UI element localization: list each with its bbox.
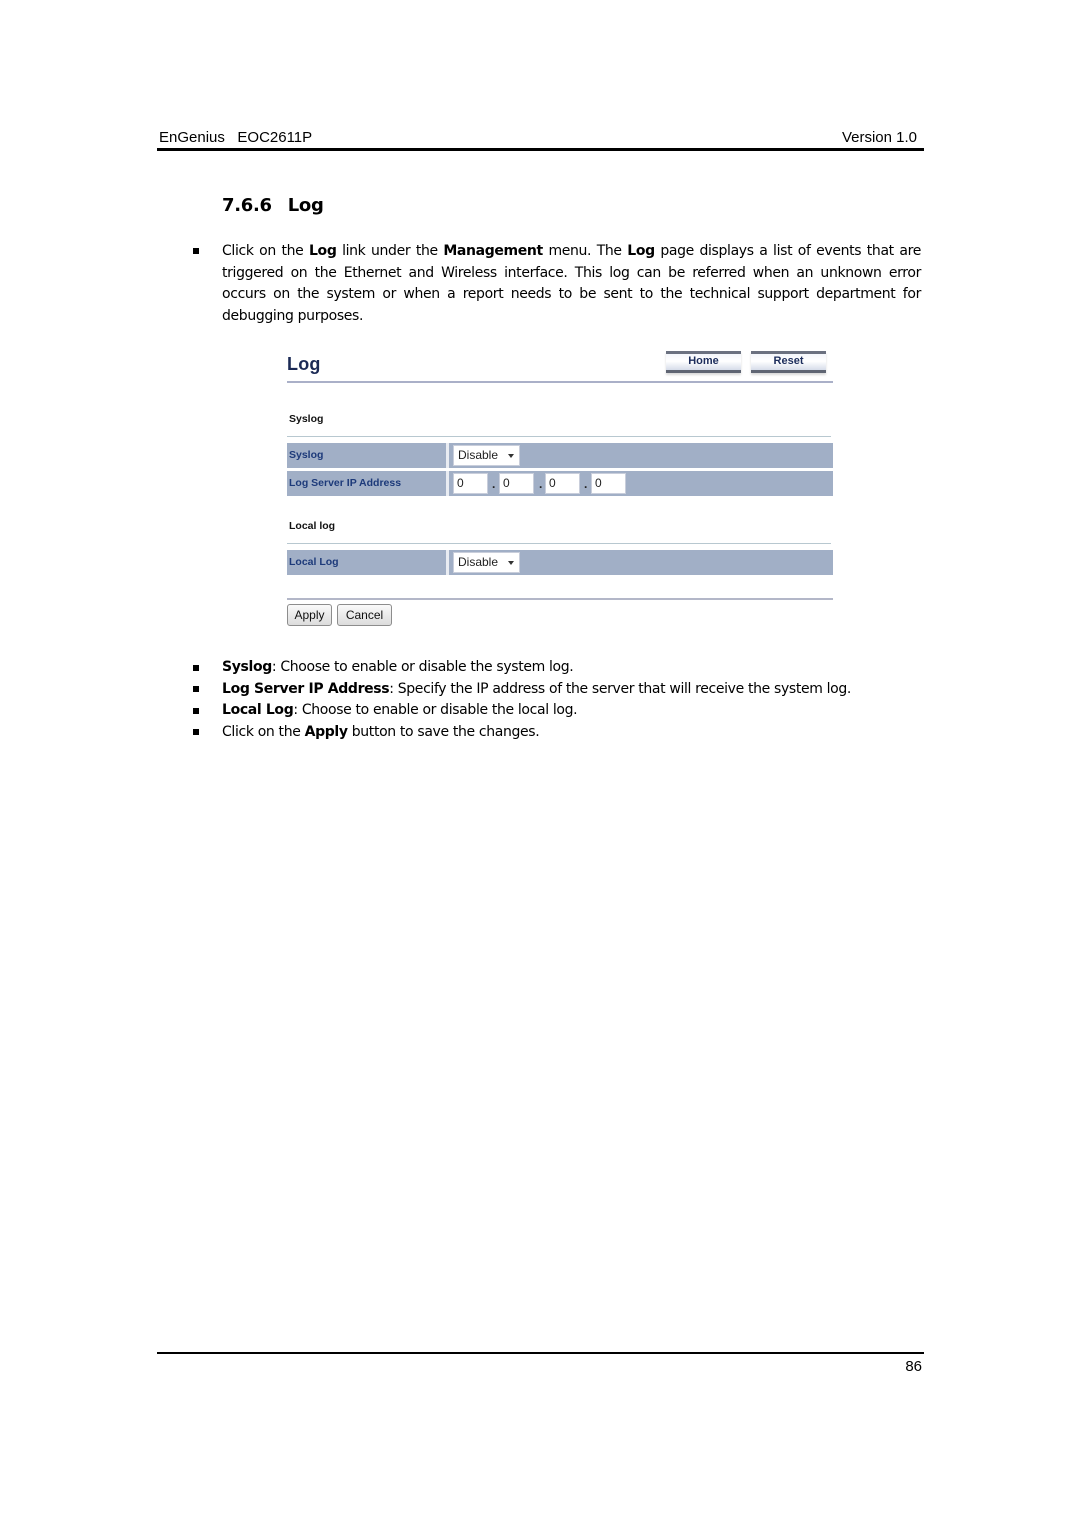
- description-item: Local Log: Choose to enable or disable t…: [222, 700, 578, 722]
- description-text: : Choose to enable or disable the system…: [271, 659, 574, 675]
- local-log-section-divider: [287, 543, 831, 544]
- description-term: Apply: [304, 724, 348, 740]
- home-button[interactable]: Home: [666, 351, 741, 373]
- section-heading: 7.6.6 Log: [222, 195, 324, 216]
- form-bottom-divider: [287, 598, 833, 600]
- description-text: : Specify the IP address of the server t…: [389, 681, 852, 697]
- intro-text: menu. The: [542, 243, 628, 259]
- bullet-icon: [193, 665, 199, 671]
- syslog-select-value: Disable: [458, 448, 499, 462]
- header-product: EnGenius EOC2611P: [159, 129, 312, 146]
- header-rule: [157, 148, 924, 151]
- log-server-ip-row: Log Server IP Address 0 . 0 . 0 . 0: [287, 471, 833, 496]
- ip-separator: .: [539, 477, 543, 491]
- chevron-down-icon: [508, 454, 514, 458]
- ip-octet-1-input[interactable]: 0: [453, 473, 488, 494]
- reset-button[interactable]: Reset: [751, 351, 826, 373]
- syslog-row: Syslog Disable: [287, 443, 833, 468]
- cancel-button[interactable]: Cancel: [337, 604, 392, 626]
- header-brand: EnGenius: [159, 129, 225, 146]
- description-item: Log Server IP Address: Specify the IP ad…: [222, 679, 851, 701]
- section-title: Log: [287, 195, 324, 216]
- intro-bold-log: Log: [308, 243, 337, 259]
- header-model: EOC2611P: [237, 129, 313, 146]
- description-term: Local Log: [222, 702, 294, 718]
- apply-button[interactable]: Apply: [287, 604, 332, 626]
- ip-separator: .: [492, 477, 496, 491]
- description-text: : Choose to enable or disable the local …: [293, 702, 578, 718]
- page-header: EnGenius EOC2611P Version 1.0: [157, 128, 923, 148]
- syslog-select[interactable]: Disable: [453, 445, 520, 466]
- log-settings-screenshot: Log Home Reset Syslog Syslog Disable Log…: [286, 348, 833, 630]
- title-divider: [287, 381, 833, 383]
- bullet-icon: [193, 686, 199, 692]
- local-log-section-heading: Local log: [289, 520, 336, 532]
- log-server-ip-label: Log Server IP Address: [287, 471, 449, 496]
- local-log-select[interactable]: Disable: [453, 552, 520, 573]
- chevron-down-icon: [508, 561, 514, 565]
- description-item: Click on the Apply button to save the ch…: [222, 722, 540, 744]
- intro-bold-management: Management: [443, 243, 543, 259]
- description-term: Syslog: [222, 659, 272, 675]
- section-number: 7.6.6: [222, 195, 272, 216]
- ui-page-title: Log: [287, 354, 321, 374]
- syslog-section-heading: Syslog: [289, 413, 324, 425]
- description-term: Log Server IP Address: [222, 681, 390, 697]
- local-log-label: Local Log: [287, 550, 449, 575]
- ip-octet-4-input[interactable]: 0: [591, 473, 626, 494]
- footer-rule: [157, 1352, 924, 1354]
- intro-text: Click on the: [222, 243, 309, 259]
- ip-octet-2-input[interactable]: 0: [499, 473, 534, 494]
- bullet-icon: [193, 248, 199, 254]
- intro-paragraph: Click on the Log link under the Manageme…: [222, 241, 921, 327]
- ip-separator: .: [584, 477, 588, 491]
- header-version: Version 1.0: [841, 129, 917, 146]
- description-text: Click on the: [222, 724, 305, 740]
- bullet-icon: [193, 708, 199, 714]
- syslog-label: Syslog: [287, 443, 449, 468]
- ip-octet-3-input[interactable]: 0: [545, 473, 580, 494]
- local-log-row: Local Log Disable: [287, 550, 833, 575]
- syslog-section-divider: [287, 436, 831, 437]
- local-log-select-value: Disable: [458, 555, 499, 569]
- bullet-icon: [193, 729, 199, 735]
- intro-bold-log: Log: [627, 243, 655, 259]
- page-number: 86: [905, 1358, 922, 1375]
- description-text: button to save the changes.: [347, 724, 540, 740]
- description-item: Syslog: Choose to enable or disable the …: [222, 657, 574, 679]
- intro-text: link under the: [336, 243, 444, 259]
